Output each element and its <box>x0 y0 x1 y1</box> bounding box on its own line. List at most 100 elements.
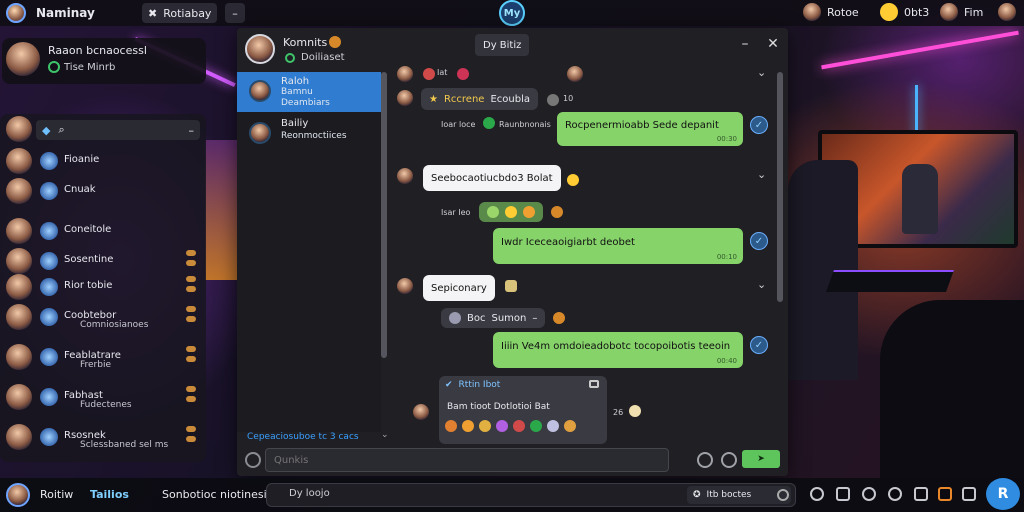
contact-row[interactable]: Rior tobie <box>0 272 206 302</box>
contact-row[interactable]: Feablatrare Frerbie <box>0 342 206 372</box>
chat-mode-pill[interactable]: Dy Bitiz <box>475 34 530 56</box>
status-icon <box>186 386 196 402</box>
status-icon <box>186 250 196 266</box>
message-bubble-incoming[interactable]: ★ Rccrene Ecoubla <box>421 88 538 110</box>
avatar[interactable] <box>6 483 30 507</box>
read-receipt-icon: ✓ <box>750 336 768 354</box>
conversation-item[interactable]: Raloh Bamnu Deambiars <box>237 72 381 112</box>
store-icon[interactable] <box>938 487 952 501</box>
send-button[interactable]: ➤ <box>742 450 780 468</box>
center-logo[interactable]: My <box>499 0 525 26</box>
conversation-list: Raloh Bamnu Deambiars Bailiy Reonmoctiic… <box>237 72 381 432</box>
avatar <box>6 344 32 370</box>
emoji-icon[interactable] <box>479 420 491 432</box>
chat-icon[interactable] <box>888 487 902 501</box>
emoji-icon[interactable] <box>496 420 508 432</box>
contact-row[interactable]: Coobtebor Comniosianoes <box>0 302 206 332</box>
emoji-icon <box>449 312 461 324</box>
expand-icon[interactable] <box>589 380 599 388</box>
attach-icon[interactable] <box>245 452 261 468</box>
emoji-icon[interactable] <box>530 420 542 432</box>
bottom-bar: Roitiw Tailios Sonbotioc niotinesioet Dy… <box>0 478 1024 512</box>
contact-sub: Comniosianoes <box>80 320 149 330</box>
notification-card[interactable]: Raaon bcnaocessl Tise Minrb <box>2 38 206 84</box>
emoji-icon[interactable] <box>445 420 457 432</box>
emoji-icon[interactable] <box>513 420 525 432</box>
message-meta: Iat <box>437 68 448 77</box>
contact-row[interactable]: Coneitole <box>0 216 206 246</box>
avatar <box>40 348 58 366</box>
message-composer: ➤ <box>237 444 788 476</box>
message-text: Seebocaotiucbdo3 Bolat <box>431 172 553 184</box>
search-filter[interactable]: ✪ Itb boctes <box>687 486 791 504</box>
contact-name: Coneitole <box>64 224 112 235</box>
gif-icon[interactable] <box>721 452 737 468</box>
contact-name: Sosentine <box>64 254 114 265</box>
app-logo-icon[interactable] <box>6 3 26 23</box>
chevron-down-icon[interactable]: ⌄ <box>757 66 766 79</box>
record-icon[interactable] <box>777 489 789 501</box>
controller-icon[interactable] <box>810 487 824 501</box>
message-text: Sepiconary <box>431 282 487 294</box>
status-icon <box>186 346 196 362</box>
message-bubble-incoming[interactable]: Boc Sumon – <box>441 308 546 328</box>
emoji-icon[interactable] <box>462 420 474 432</box>
top-user-1[interactable]: Rotoe <box>803 3 859 21</box>
reaction-strip[interactable] <box>479 202 543 222</box>
contact-search[interactable]: ◆ ⌕ – <box>36 120 200 140</box>
message-text: Ecoubla <box>490 93 530 105</box>
top-user-3[interactable]: Fim <box>940 3 983 21</box>
contact-row[interactable]: Cnuak <box>0 176 206 206</box>
message-bubble-incoming[interactable]: Sepiconary <box>423 275 495 301</box>
emoji-icon[interactable] <box>564 420 576 432</box>
message-bubble-incoming[interactable]: Seebocaotiucbdo3 Bolat <box>423 165 561 191</box>
status-icon <box>186 306 196 322</box>
emoji-icon[interactable] <box>547 420 559 432</box>
notification-subtitle: Tise Minrb <box>64 62 116 73</box>
home-icon[interactable] <box>836 487 850 501</box>
conversation-item[interactable]: Bailiy Reonmoctiices <box>237 114 381 154</box>
emoji-picker-icon[interactable] <box>697 452 713 468</box>
chevron-down-icon[interactable]: ⌄ <box>381 430 389 440</box>
contact-row[interactable]: Fioanie <box>0 146 206 176</box>
message-bubble-outgoing[interactable]: Rocpenermioabb Sede depanit 00:30 <box>557 112 743 146</box>
global-search[interactable]: Dy loojo ✪ Itb boctes <box>266 483 796 507</box>
profile-fab[interactable]: R <box>986 478 1020 510</box>
search-filter-label: Itb boctes <box>706 490 752 500</box>
game-tab-button[interactable]: ✖ Rotiabay <box>142 3 218 23</box>
conversation-preview: Reonmoctiices <box>281 131 347 141</box>
message-input[interactable] <box>265 448 669 472</box>
chevron-down-icon[interactable]: ⌄ <box>757 168 766 181</box>
contact-sub: Frerbie <box>80 360 112 370</box>
message-bubble-outgoing[interactable]: Iiiin Ve4m omdoieadobotc tocopoibotis te… <box>493 332 743 368</box>
conversation-preview: Deambiars <box>281 98 330 108</box>
read-receipt-icon: ✓ <box>750 116 768 134</box>
clear-icon[interactable]: – <box>189 124 195 137</box>
avatar <box>6 424 32 450</box>
minimize-button[interactable]: – <box>225 3 245 23</box>
contact-row[interactable]: Fabhast Fudectenes <box>0 382 206 412</box>
message-scrollbar[interactable] <box>777 72 783 302</box>
minimize-icon[interactable]: – <box>735 34 755 54</box>
close-icon[interactable]: ✕ <box>763 34 783 54</box>
avatar <box>6 304 32 330</box>
avatar <box>6 384 32 410</box>
top-user-2[interactable]: 0bt3 <box>880 3 929 21</box>
conversation-scrollbar[interactable] <box>381 72 387 358</box>
chevron-down-icon[interactable]: ⌄ <box>757 278 766 291</box>
avatar <box>413 404 429 420</box>
conversation-footer[interactable]: Cepeaciosuboe tc 3 cacs <box>247 432 359 442</box>
clock-icon[interactable] <box>862 487 876 501</box>
star-icon: ★ <box>429 93 438 105</box>
screenshot-icon[interactable] <box>962 487 976 501</box>
contact-row[interactable]: Rsosnek Sclessbaned sel ms <box>0 422 206 452</box>
avatar[interactable] <box>245 34 275 64</box>
message-bubble-outgoing[interactable]: Iwdr Iceceaoigiarbt deobet 00:10 <box>493 228 743 264</box>
sticker-message[interactable]: ✔ Rttin Ibot Bam tioot Dotlotioi Bat <box>439 376 607 444</box>
gamepad-icon: ✖ <box>148 6 158 20</box>
search-icon: ⌕ <box>58 123 65 136</box>
trophy-icon[interactable] <box>914 487 928 501</box>
emoji-icon <box>505 206 517 218</box>
profile-avatar-button[interactable] <box>998 3 1016 21</box>
avatar <box>249 80 271 102</box>
